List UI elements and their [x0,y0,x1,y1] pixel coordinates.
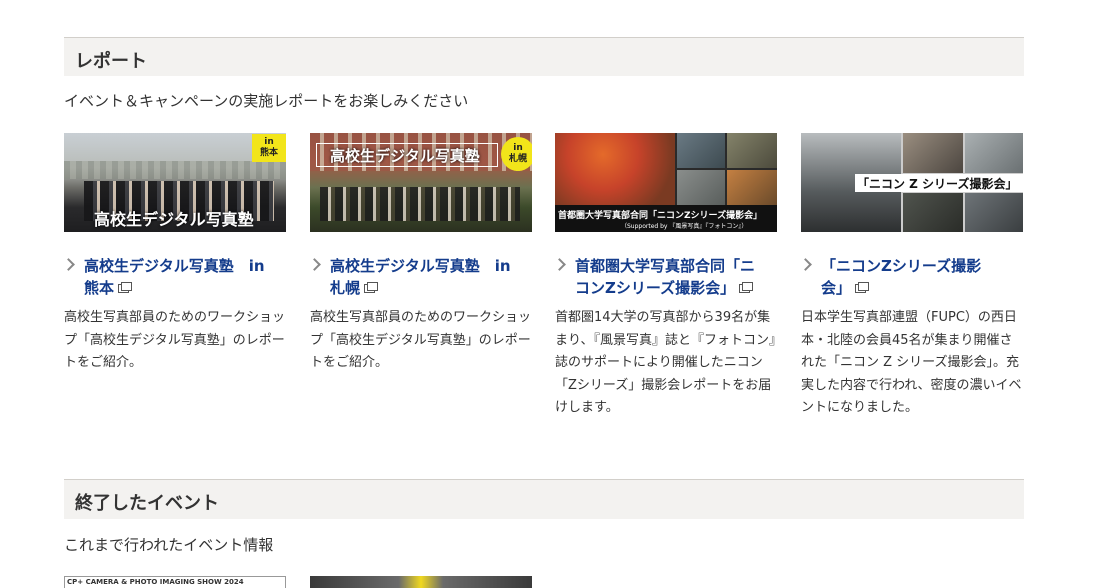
ended-event-thumbnail-cpplus[interactable]: CP+ CAMERA & PHOTO IMAGING SHOW 2024 [64,576,286,588]
report-card-kumamoto: 高校生デジタル写真塾 in 熊本 高校生デジタル写真塾 in 熊本 高校生写真部員… [62,133,286,370]
report-card-link-nikon-z[interactable]: 「ニコンZシリーズ撮影 会」 [799,255,1023,299]
ended-event-thumbnail-2[interactable] [310,576,532,588]
report-thumbnail-kumamoto[interactable]: 高校生デジタル写真塾 in 熊本 [64,133,286,232]
thumbnail-subcaption: （Supported by 『風景写真』『フォトコン』） [621,223,748,230]
external-link-icon [739,282,754,293]
report-card-link-kumamoto[interactable]: 高校生デジタル写真塾 in 熊本 [62,255,286,299]
thumbnail-caption: 「ニコン Z シリーズ撮影会」 [857,177,1018,191]
thumbnail-caption: 首都圏大学写真部合同「ニコンZシリーズ撮影会」 [558,211,763,221]
report-card-title[interactable]: 首都圏大学写真部合同「ニ コンZシリーズ撮影会」 [575,255,777,299]
report-card-title[interactable]: 高校生デジタル写真塾 in 熊本 [84,255,286,299]
report-thumbnail-sapporo[interactable]: 高校生デジタル写真塾 in 札幌 [310,133,532,232]
report-card-link-shutoken[interactable]: 首都圏大学写真部合同「ニ コンZシリーズ撮影会」 [553,255,777,299]
report-card-description: 高校生写真部員のためのワークショップ「高校生デジタル写真塾」のレポートをご紹介。 [64,310,286,370]
report-card-nikon-z: 「ニコン Z シリーズ撮影会」 「ニコンZシリーズ撮影 会」 日本学生写真部連盟（… [799,133,1023,415]
ended-events-section-header: 終了したイベント [64,479,1024,519]
external-link-icon [364,282,379,293]
report-card-description: 日本学生写真部連盟（FUPC）の西日本・北陸の会員45名が集まり開催された「ニコ… [801,310,1022,415]
report-card-sapporo: 高校生デジタル写真塾 in 札幌 高校生デジタル写真塾 in 札幌 高校生写真部員… [308,133,532,370]
report-thumbnail-nikon-z[interactable]: 「ニコン Z シリーズ撮影会」 [801,133,1023,232]
location-badge: in 熊本 [252,134,286,162]
ended-events-section-title: 終了したイベント [75,493,219,514]
thumbnail-caption: 高校生デジタル写真塾 [94,210,254,229]
report-card-title[interactable]: 高校生デジタル写真塾 in 札幌 [330,255,532,299]
ended-events-intro: これまで行われたイベント情報 [64,536,274,554]
report-card-link-sapporo[interactable]: 高校生デジタル写真塾 in 札幌 [308,255,532,299]
external-link-icon [118,282,133,293]
report-section-header: レポート [64,37,1024,76]
location-badge: in 札幌 [501,137,532,171]
report-card-description: 高校生写真部員のためのワークショップ「高校生デジタル写真塾」のレポートをご紹介。 [310,310,532,370]
external-link-icon [855,282,870,293]
chevron-right-icon [308,258,321,271]
chevron-right-icon [62,258,75,271]
event-logo-text: CP+ CAMERA & PHOTO IMAGING SHOW 2024 [67,578,244,586]
chevron-right-icon [553,258,566,271]
report-card-description: 首都圏14大学の写真部から39名が集まり、『風景写真』誌と『フォトコン』誌のサポ… [555,310,776,415]
report-card-shutoken: 首都圏大学写真部合同「ニコンZシリーズ撮影会」 （Supported by 『風… [553,133,777,415]
chevron-right-icon [799,258,812,271]
report-thumbnail-shutoken[interactable]: 首都圏大学写真部合同「ニコンZシリーズ撮影会」 （Supported by 『風… [555,133,777,232]
report-intro: イベント＆キャンペーンの実施レポートをお楽しみください [64,92,469,110]
report-section-title: レポート [75,51,147,72]
report-card-title[interactable]: 「ニコンZシリーズ撮影 会」 [821,255,1023,299]
thumbnail-caption: 高校生デジタル写真塾 [330,147,480,165]
